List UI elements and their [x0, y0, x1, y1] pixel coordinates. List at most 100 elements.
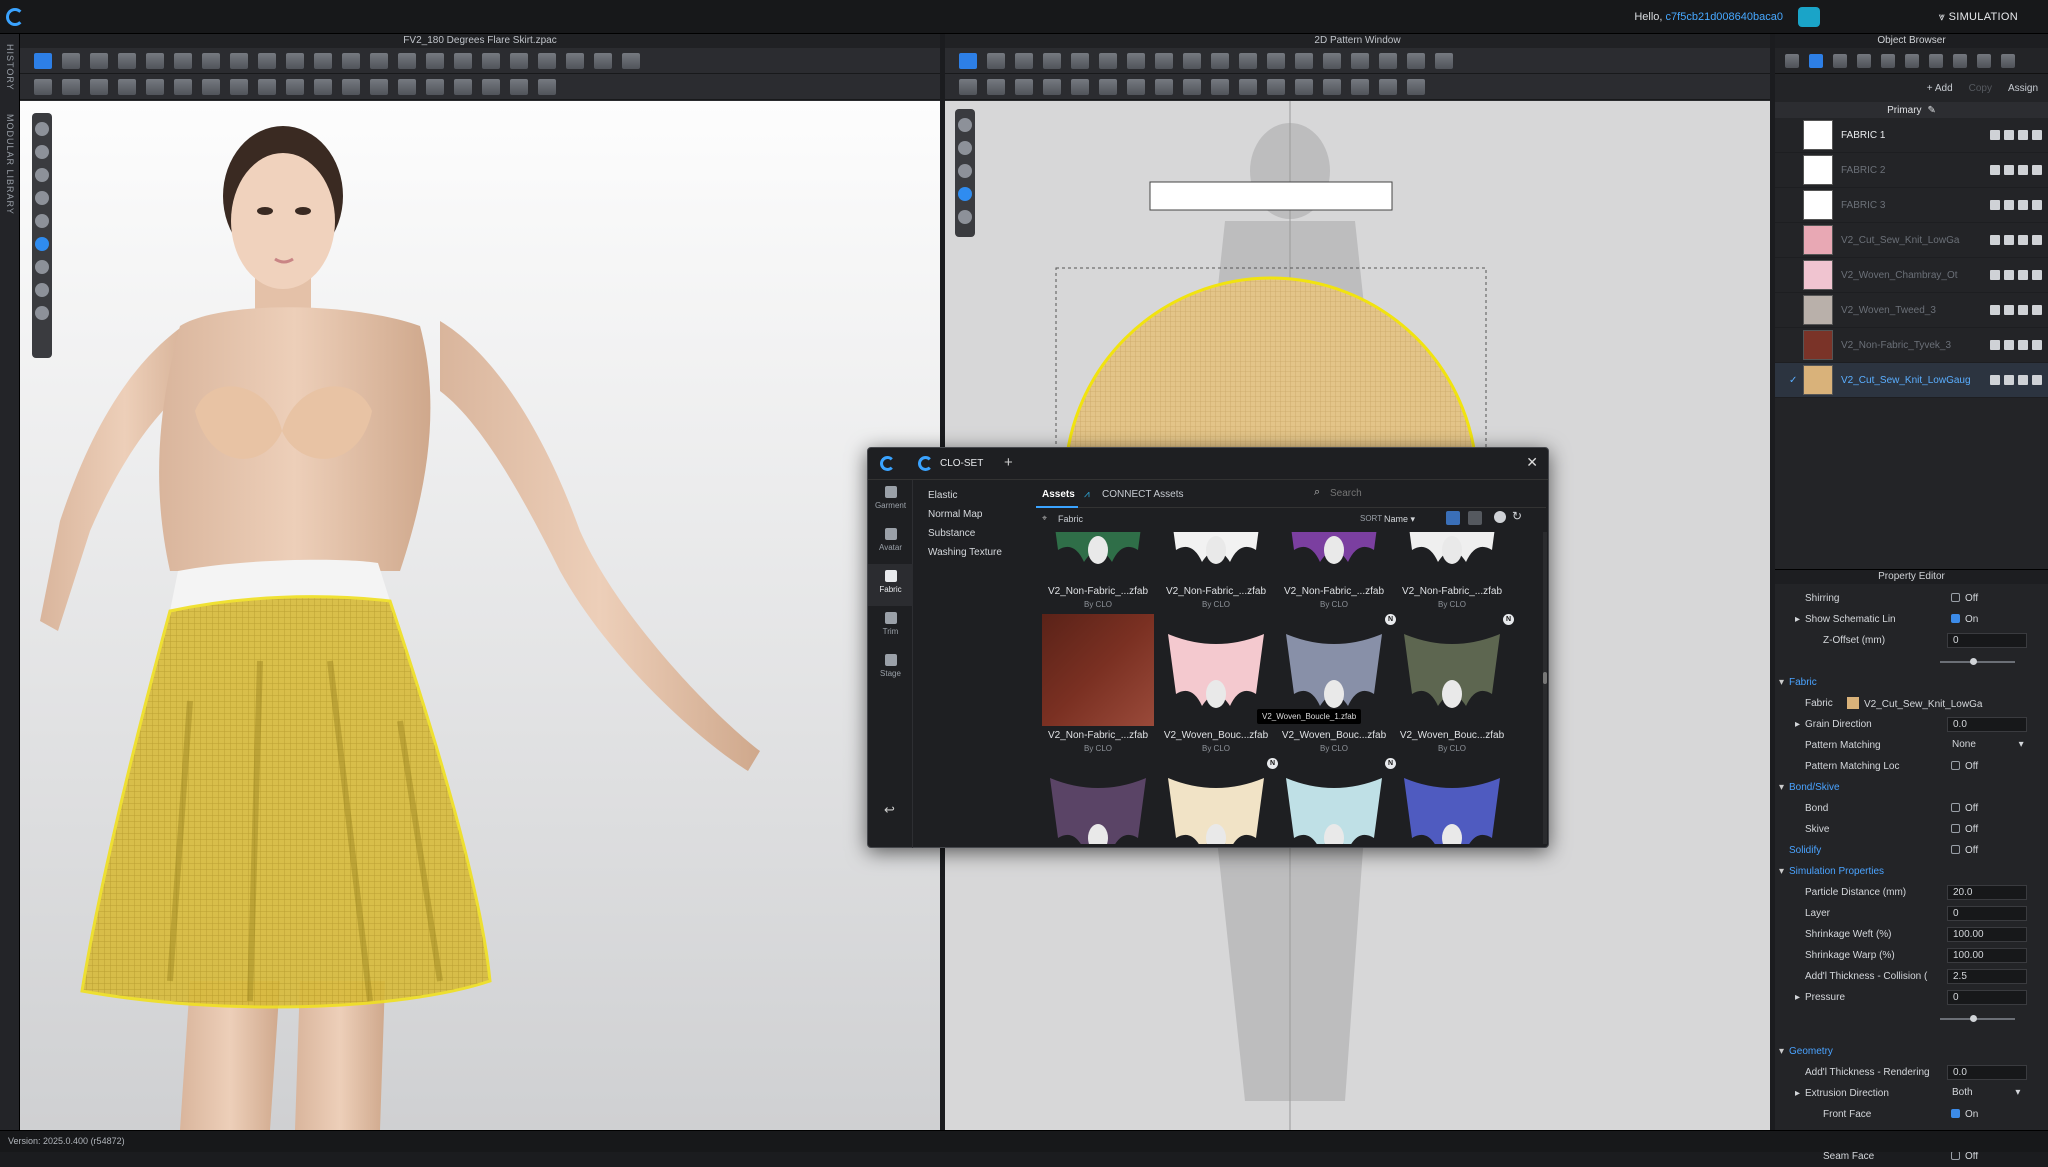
- tool-icon[interactable]: [230, 78, 248, 95]
- fabric-action-icon[interactable]: [2018, 270, 2028, 280]
- avatar-display-icon[interactable]: [35, 214, 49, 228]
- property-input[interactable]: 0.0: [1947, 1065, 2027, 1080]
- tool-icon[interactable]: [538, 78, 556, 95]
- fabric-action-icon[interactable]: [2032, 235, 2042, 245]
- tool-icon[interactable]: [90, 78, 108, 95]
- tab-icon[interactable]: [1833, 53, 1847, 68]
- tool-icon[interactable]: [1015, 78, 1033, 95]
- tool-icon[interactable]: [594, 52, 612, 69]
- breadcrumb[interactable]: Fabric: [1058, 514, 1083, 524]
- tab-icon[interactable]: [2001, 53, 2015, 68]
- shirt-icon[interactable]: [958, 210, 972, 224]
- asset-card[interactable]: V2_Non-Fabric_...zfab By CLO: [1396, 532, 1508, 609]
- garment-icon[interactable]: [958, 141, 972, 155]
- mode-selector[interactable]: ⩔ SIMULATION: [1939, 11, 2018, 24]
- category-item[interactable]: Substance: [928, 528, 1002, 547]
- fabric-display-icon[interactable]: [35, 191, 49, 205]
- tool-icon[interactable]: [202, 78, 220, 95]
- fabric-list-item[interactable]: V2_Woven_Chambray_Ot: [1775, 258, 2048, 293]
- back-arrow-icon[interactable]: ↩: [884, 802, 895, 818]
- globe-icon[interactable]: [35, 306, 49, 320]
- tab-icon[interactable]: [1929, 53, 1943, 68]
- asset-card[interactable]: [1396, 758, 1508, 844]
- view-mode-icon[interactable]: [35, 122, 49, 136]
- tool-icon[interactable]: [1099, 78, 1117, 95]
- tool-icon[interactable]: [146, 78, 164, 95]
- collapse-arrow-icon[interactable]: ▾: [1779, 782, 1784, 793]
- asset-card[interactable]: V2_Non-Fabric_...zfab By CLO: [1278, 532, 1390, 609]
- tab-icon[interactable]: [1905, 53, 1919, 68]
- fabric-action-icon[interactable]: [2004, 165, 2014, 175]
- tool-icon[interactable]: [286, 52, 304, 69]
- tool-icon[interactable]: [398, 78, 416, 95]
- category-item[interactable]: Elastic: [928, 490, 1002, 509]
- copy-button[interactable]: Copy: [1969, 83, 1992, 94]
- username-link[interactable]: c7f5cb21d008640baca0: [1666, 11, 1783, 23]
- tab-icon[interactable]: [1953, 53, 1967, 68]
- property-checkbox[interactable]: Off: [1951, 824, 1978, 835]
- tool-icon[interactable]: [482, 78, 500, 95]
- fabric-action-icon[interactable]: [2004, 305, 2014, 315]
- fabric-action-icon[interactable]: [2018, 340, 2028, 350]
- tool-icon[interactable]: [1323, 78, 1341, 95]
- property-checkbox[interactable]: Off: [1951, 845, 1978, 856]
- tool-icon[interactable]: [454, 52, 472, 69]
- side-nav-trim[interactable]: Trim: [868, 606, 913, 648]
- fabric-action-icon[interactable]: [1990, 165, 2000, 175]
- tool-icon[interactable]: [146, 52, 164, 69]
- tool-icon[interactable]: [370, 52, 388, 69]
- tool-icon[interactable]: [34, 78, 52, 95]
- tool-icon[interactable]: [1127, 78, 1145, 95]
- fabric-list-item[interactable]: V2_Woven_Tweed_3: [1775, 293, 2048, 328]
- tool-icon[interactable]: [1239, 52, 1257, 69]
- fabric-action-icon[interactable]: [2018, 165, 2028, 175]
- tab-assets[interactable]: Assets: [1042, 489, 1075, 500]
- property-checkbox[interactable]: Off: [1951, 593, 1978, 604]
- assign-button[interactable]: Assign: [2008, 83, 2038, 94]
- property-checkbox[interactable]: On: [1951, 614, 1978, 625]
- fabric-select[interactable]: V2_Cut_Sew_Knit_LowGa: [1847, 697, 1982, 710]
- tool-icon[interactable]: [959, 78, 977, 95]
- garment-display-icon[interactable]: [35, 168, 49, 182]
- side-nav-garment[interactable]: Garment: [868, 480, 913, 522]
- property-select[interactable]: None ▾: [1947, 738, 2047, 753]
- fabric-action-icon[interactable]: [2018, 235, 2028, 245]
- expand-arrow-icon[interactable]: ▸: [1795, 992, 1800, 1003]
- fabric-action-icon[interactable]: [1990, 270, 2000, 280]
- fabric-list-item[interactable]: V2_Non-Fabric_Tyvek_3: [1775, 328, 2048, 363]
- tool-icon[interactable]: [510, 52, 528, 69]
- tool-icon[interactable]: [1015, 52, 1033, 69]
- property-input[interactable]: 0.0: [1947, 717, 2027, 732]
- 3d-viewport[interactable]: [20, 101, 940, 1130]
- asset-card[interactable]: N V2_Woven_Bouc...zfab By CLO: [1278, 614, 1396, 753]
- tool-icon[interactable]: [1351, 78, 1369, 95]
- fabric-list-item[interactable]: FABRIC 2: [1775, 153, 2048, 188]
- tool-icon[interactable]: [314, 52, 332, 69]
- tool-icon[interactable]: [622, 52, 640, 69]
- close-icon[interactable]: ✕: [1526, 454, 1538, 471]
- property-select[interactable]: Both ▾: [1947, 1086, 2047, 1101]
- new-tab-plus-icon[interactable]: +: [1004, 454, 1013, 471]
- property-input[interactable]: 100.00: [1947, 948, 2027, 963]
- tool-icon[interactable]: [174, 52, 192, 69]
- tool-icon[interactable]: [174, 78, 192, 95]
- tool-icon[interactable]: [1127, 52, 1145, 69]
- fabric-action-icon[interactable]: [2032, 340, 2042, 350]
- asset-card[interactable]: V2_Non-Fabric_...zfab By CLO: [1042, 532, 1154, 609]
- collapse-arrow-icon[interactable]: ▾: [1779, 677, 1784, 688]
- fabric-list-item[interactable]: FABRIC 3: [1775, 188, 2048, 223]
- tool-icon[interactable]: [1323, 52, 1341, 69]
- list-view-icon[interactable]: [1468, 511, 1482, 525]
- collapse-arrow-icon[interactable]: ▾: [1779, 1046, 1784, 1057]
- tool-icon[interactable]: [987, 78, 1005, 95]
- tool-icon[interactable]: [398, 52, 416, 69]
- history-tab[interactable]: HISTORY: [5, 44, 15, 91]
- tool-icon[interactable]: [342, 52, 360, 69]
- slider-handle[interactable]: [1970, 658, 1977, 665]
- asset-card[interactable]: N V2_Woven_Bouc...zfab By CLO: [1396, 614, 1514, 753]
- tool-icon[interactable]: [1351, 52, 1369, 69]
- tool-icon[interactable]: [454, 78, 472, 95]
- tool-icon[interactable]: [342, 78, 360, 95]
- tab-connect-assets[interactable]: CONNECT Assets: [1102, 489, 1184, 500]
- view-mode-icon[interactable]: [35, 145, 49, 159]
